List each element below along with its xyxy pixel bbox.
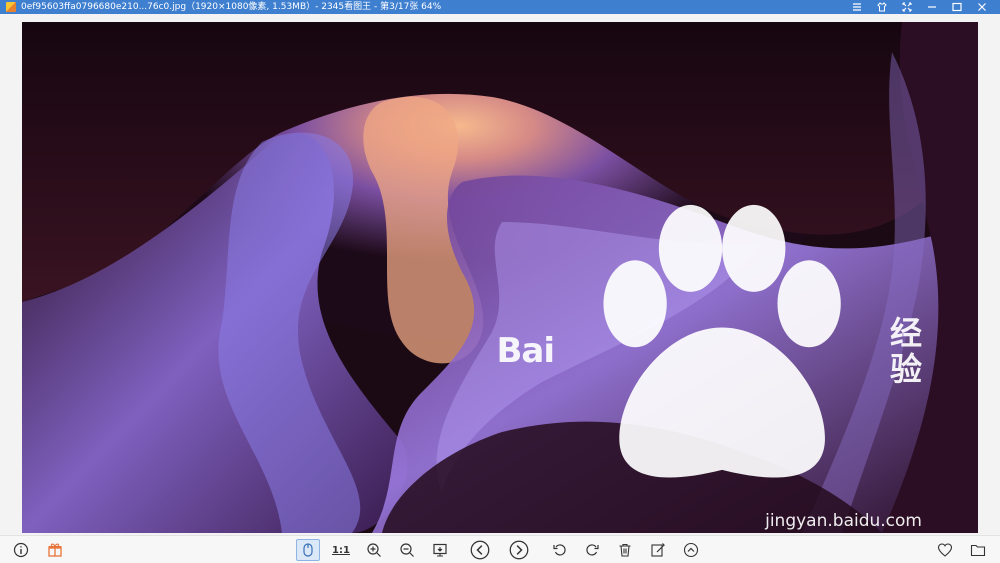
skin-icon[interactable] [869, 0, 894, 14]
rotate-right-icon[interactable] [580, 539, 604, 561]
watermark-brand-right: 经验 [889, 313, 922, 388]
folder-icon[interactable] [966, 539, 990, 561]
next-icon[interactable] [507, 539, 531, 561]
info-icon[interactable] [9, 539, 33, 561]
title-bar: 0ef95603ffa0796680e210...76c0.jpg（1920×1… [0, 0, 1000, 14]
close-icon[interactable] [969, 0, 994, 14]
baidu-jingyan-watermark: Bai 经验 jingyan.baidu.com [496, 193, 922, 531]
window-title: 0ef95603ffa0796680e210...76c0.jpg（1920×1… [21, 2, 442, 12]
zoom-in-icon[interactable] [362, 539, 386, 561]
gift-icon[interactable] [43, 539, 67, 561]
previous-icon[interactable] [468, 539, 492, 561]
watermark-url: jingyan.baidu.com [765, 511, 922, 531]
delete-icon[interactable] [613, 539, 637, 561]
window-controls [844, 0, 994, 14]
mouse-mode-icon[interactable] [296, 539, 320, 561]
minimize-icon[interactable] [919, 0, 944, 14]
zoom-out-icon[interactable] [395, 539, 419, 561]
menu-icon[interactable] [844, 0, 869, 14]
watermark-brand-left: Bai [496, 330, 555, 371]
actual-size-icon[interactable]: 1:1 [329, 539, 353, 561]
more-icon[interactable] [679, 539, 703, 561]
baidu-paw-icon [603, 204, 841, 478]
fit-screen-icon[interactable] [428, 539, 452, 561]
maximize-icon[interactable] [944, 0, 969, 14]
actual-size-label: 1:1 [332, 544, 350, 556]
edit-icon[interactable] [646, 539, 670, 561]
image-viewport[interactable]: Bai 经验 jingyan.baidu.com [0, 14, 1000, 535]
photo-antelope-canyon[interactable]: Bai 经验 jingyan.baidu.com [22, 22, 978, 533]
rotate-left-icon[interactable] [548, 539, 572, 561]
app-logo-icon [6, 2, 16, 12]
fullscreen-icon[interactable] [894, 0, 919, 14]
favorite-icon[interactable] [933, 539, 957, 561]
bottom-toolbar: 1:1 [0, 535, 1000, 563]
